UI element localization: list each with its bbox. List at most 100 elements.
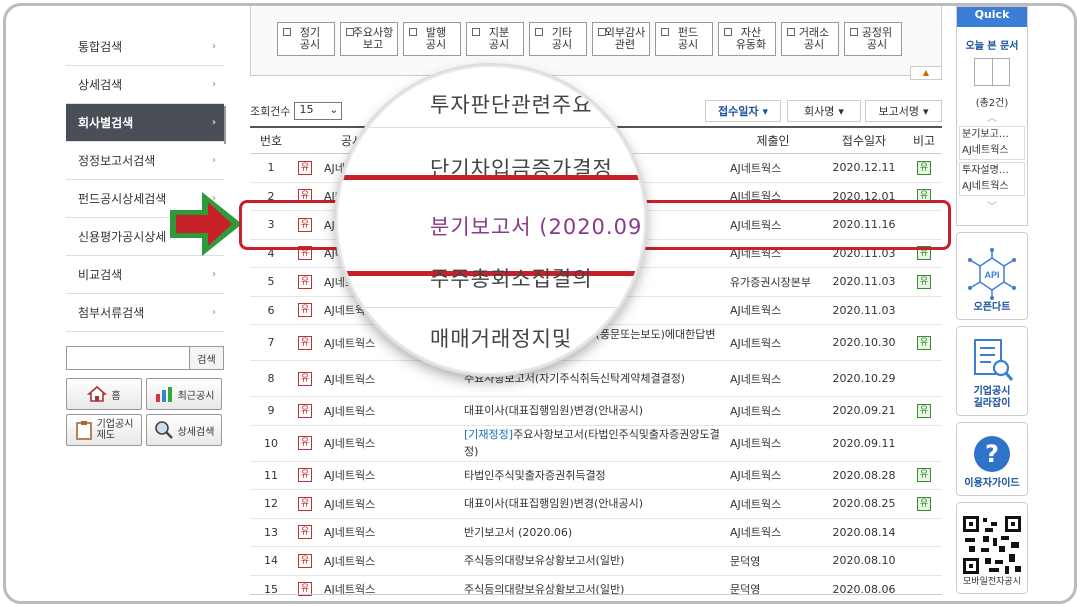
sort-by-report-button[interactable]: 보고서명 ▾: [865, 100, 942, 122]
date-cell: 2020.11.03: [832, 303, 896, 317]
row-number: 6: [267, 303, 275, 317]
company-link[interactable]: AJ네트웍스: [324, 371, 375, 387]
sidebar-search-input[interactable]: [66, 346, 190, 370]
row-number: 5: [267, 275, 275, 289]
recent-doc-2[interactable]: 투자설명… AJ네트웍스: [959, 162, 1025, 196]
sort-company-label: 회사명: [804, 105, 835, 118]
sidebar-search-button[interactable]: 검색: [190, 346, 224, 370]
checkbox[interactable]: [787, 28, 795, 36]
checkbox[interactable]: [535, 28, 543, 36]
caret-down-icon: ▾: [762, 104, 768, 118]
sidebar-item-label: 신용평가공시상세: [78, 230, 167, 244]
count-value: 15: [299, 103, 314, 116]
report-link[interactable]: 반기보고서 (2020.06): [456, 519, 724, 547]
remark-badge: 유: [917, 160, 931, 175]
report-link[interactable]: 주식등의대량보유상황보고서(일반): [456, 547, 724, 575]
submitter-cell: AJ네트웍스: [730, 437, 782, 450]
recent-doc-1[interactable]: 분기보고… AJ네트웍스: [959, 126, 1025, 160]
recent-doc-1-company: AJ네트웍스: [962, 145, 1009, 156]
recent-disclosure-label: 최근공시: [177, 390, 215, 402]
caret-down-icon: ▾: [838, 104, 844, 118]
filter-label: 자산 유동화: [735, 26, 767, 51]
remark-cell: 유: [906, 268, 942, 296]
sidebar-item-1[interactable]: 상세검색 ›: [66, 66, 224, 104]
sort-by-company-button[interactable]: 회사명 ▾: [787, 100, 861, 122]
filter-button-1[interactable]: 주요사항 보고: [340, 22, 398, 56]
checkbox[interactable]: [472, 28, 480, 36]
company-link[interactable]: AJ네트웍스: [324, 524, 375, 540]
user-guide-label: 이용자가이드: [964, 478, 1020, 489]
detail-search-button[interactable]: 상세검색: [146, 414, 222, 446]
company-link[interactable]: AJ네트웍스: [324, 335, 375, 351]
company-link[interactable]: AJ네트웍스: [324, 553, 375, 569]
sidebar-item-6[interactable]: 비교검색 ›: [66, 256, 224, 294]
row-number: 13: [264, 525, 278, 539]
company-link[interactable]: AJ네트웍스: [324, 435, 375, 451]
count-label: 조회건수: [250, 105, 291, 118]
company-link[interactable]: AJ네트웍스: [324, 403, 375, 419]
open-dart-button[interactable]: API 오픈다트: [956, 232, 1028, 320]
company-link[interactable]: AJ네트웍스: [324, 496, 375, 512]
filter-button-5[interactable]: 외부감사 관련: [592, 22, 650, 56]
remark-cell: [906, 547, 942, 575]
filter-button-9[interactable]: 공정위 공시: [844, 22, 902, 56]
sidebar-item-7[interactable]: 첨부서류검색 ›: [66, 294, 224, 332]
sidebar-item-2[interactable]: 회사별검색 ›: [66, 104, 224, 142]
checkbox[interactable]: [598, 28, 606, 36]
checkbox[interactable]: [850, 28, 858, 36]
submitter-cell: AJ네트웍스: [730, 404, 782, 418]
submitter-cell: AJ네트웍스: [730, 372, 782, 386]
collapse-filter-button[interactable]: ▲: [910, 66, 942, 80]
scroll-down-icon[interactable]: ﹀: [957, 198, 1027, 213]
checkbox[interactable]: [724, 28, 732, 36]
report-link-text: 대표이사(대표집행임원)변경(안내공시): [464, 404, 644, 418]
disclosure-guide-button[interactable]: 기업공시 길라잡이: [956, 326, 1028, 416]
table-row: 9 유 AJ네트웍스 대표이사(대표집행임원)변경(안내공시) AJ네트웍스 2020.0…: [250, 397, 942, 426]
market-type-badge: 유: [298, 274, 312, 289]
sidebar-item-label: 상세검색: [78, 78, 123, 92]
report-link[interactable]: [기재정정]주요사항보고서(타법인주식및출자증권양도결정): [456, 426, 724, 461]
sidebar-item-3[interactable]: 정정보고서검색 ›: [66, 142, 224, 180]
screenshot-frame: 통합검색 › 상세검색 › 회사별검색 › 정정보고서검색 › 펀드공시상세검색 › 신용평가공시상…: [3, 3, 1077, 604]
checkbox[interactable]: [661, 28, 669, 36]
checkbox[interactable]: [409, 28, 417, 36]
submitter-cell: AJ네트웍스: [730, 497, 782, 511]
filter-label: 기타 공시: [551, 26, 573, 51]
book-icon: [974, 58, 1010, 86]
checkbox[interactable]: [283, 28, 291, 36]
submitter-cell: AJ네트웍스: [730, 336, 782, 350]
scroll-up-icon[interactable]: ︿: [957, 109, 1027, 124]
user-guide-button[interactable]: ? 이용자가이드: [956, 422, 1028, 496]
remark-badge: 유: [917, 468, 931, 483]
sort-by-date-button[interactable]: 접수일자 ▾: [705, 100, 781, 122]
filter-button-6[interactable]: 펀드 공시: [655, 22, 713, 56]
home-button[interactable]: 홈: [66, 378, 142, 410]
detail-search-label: 상세검색: [177, 426, 215, 438]
report-link[interactable]: 타법인주식및출자증권취득결정: [456, 462, 724, 490]
filter-button-3[interactable]: 지분 공시: [466, 22, 524, 56]
count-select[interactable]: 15 ⌄: [294, 102, 343, 120]
report-link[interactable]: 주식등의대량보유상황보고서(일반): [456, 576, 724, 602]
sidebar-search: 검색: [66, 346, 224, 370]
sidebar-item-0[interactable]: 통합검색 ›: [66, 28, 224, 66]
report-link[interactable]: 대표이사(대표집행임원)변경(안내공시): [456, 490, 724, 518]
filter-button-0[interactable]: 정기 공시: [277, 22, 335, 56]
company-link[interactable]: AJ네트웍스: [324, 467, 375, 483]
corp-disclosure-system-button[interactable]: 기업공시 제도: [66, 414, 142, 446]
quick-title: Quick: [957, 7, 1027, 27]
row-number: 8: [267, 372, 275, 385]
filter-button-8[interactable]: 거래소 공시: [781, 22, 839, 56]
row-number: 12: [264, 497, 278, 511]
market-type-badge: 유: [298, 371, 312, 386]
chevron-right-icon: ›: [212, 269, 216, 280]
mobile-disclosure-button[interactable]: 모바일전자공시: [956, 502, 1028, 594]
report-link[interactable]: 대표이사(대표집행임원)변경(안내공시): [456, 397, 724, 425]
row-number: 9: [267, 404, 275, 418]
checkbox[interactable]: [346, 28, 354, 36]
remark-badge: 유: [917, 403, 931, 418]
recent-disclosure-button[interactable]: 최근공시: [146, 378, 222, 410]
filter-button-4[interactable]: 기타 공시: [529, 22, 587, 56]
company-cell: 유AJ네트웍스: [292, 576, 456, 602]
filter-button-2[interactable]: 발행 공시: [403, 22, 461, 56]
filter-button-7[interactable]: 자산 유동화: [718, 22, 776, 56]
